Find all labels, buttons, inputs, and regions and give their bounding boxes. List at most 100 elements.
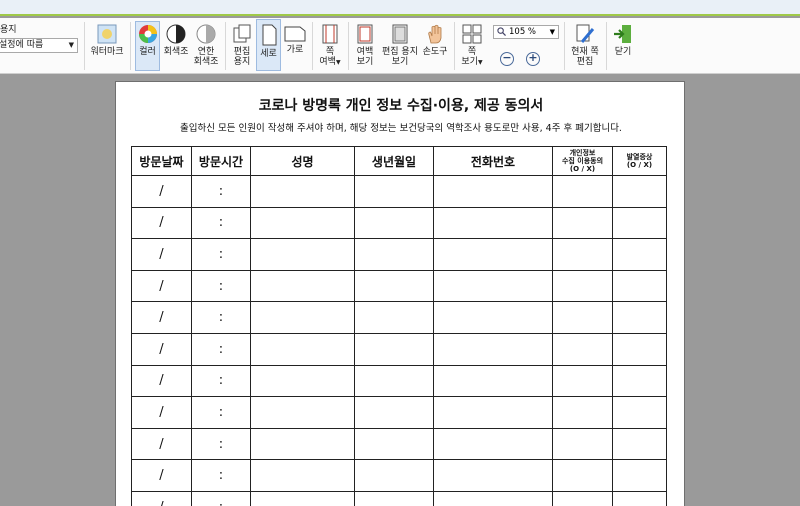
table-row: /: — [131, 396, 667, 429]
watermark-button[interactable]: 워터마크 — [89, 24, 125, 57]
cell-phone[interactable] — [433, 206, 553, 240]
cell-fever[interactable] — [612, 269, 667, 303]
cell-fever[interactable] — [612, 301, 667, 334]
hand-tool-label: 손도구 — [422, 47, 448, 57]
multi-page-icon — [462, 24, 482, 44]
cell-consent[interactable] — [552, 269, 613, 303]
cell-phone[interactable] — [433, 301, 553, 334]
grayscale-icon — [166, 24, 186, 44]
separator — [564, 22, 565, 70]
cell-phone[interactable] — [433, 459, 553, 492]
color-button[interactable]: 컬러 — [135, 21, 160, 71]
cell-consent[interactable] — [552, 206, 613, 240]
table-row: /: — [131, 238, 667, 271]
cell-birth[interactable] — [354, 490, 434, 506]
cell-fever[interactable] — [612, 332, 667, 366]
document-page: 코로나 방명록 개인 정보 수집·이용, 제공 동의서 출입하신 모든 인원이 … — [115, 81, 685, 506]
cell-fever[interactable] — [612, 364, 667, 398]
cell-phone[interactable] — [433, 427, 553, 461]
cell-name[interactable] — [250, 459, 355, 492]
cell-name[interactable] — [250, 396, 355, 429]
edit-paper-view-button[interactable]: 편집 용지 보기 — [380, 24, 420, 67]
header-visit-time: 방문시간 — [191, 146, 251, 176]
current-page-edit-button[interactable]: 현재 쪽 편집 — [567, 24, 603, 67]
cell-birth[interactable] — [354, 206, 434, 240]
cell-fever[interactable] — [612, 490, 667, 506]
cell-visit-date: / — [131, 364, 192, 398]
separator — [84, 22, 85, 70]
cell-consent[interactable] — [552, 364, 613, 398]
cell-consent[interactable] — [552, 301, 613, 334]
cell-phone[interactable] — [433, 396, 553, 429]
light-grayscale-label-1: 연한 — [197, 47, 215, 57]
zoom-select[interactable]: 105 % ▼ — [493, 25, 559, 39]
cell-phone[interactable] — [433, 490, 553, 506]
cell-name[interactable] — [250, 490, 355, 506]
cell-consent[interactable] — [552, 427, 613, 461]
cell-name[interactable] — [250, 269, 355, 303]
cell-birth[interactable] — [354, 427, 434, 461]
cell-birth[interactable] — [354, 238, 434, 271]
cell-birth[interactable] — [354, 459, 434, 492]
landscape-button[interactable]: 가로 — [283, 24, 307, 55]
page-margin-label-2: 여백 — [319, 57, 336, 67]
cell-name[interactable] — [250, 332, 355, 366]
paper-select[interactable]: 설정에 따름 ▼ — [0, 38, 78, 53]
cell-consent[interactable] — [552, 396, 613, 429]
cell-consent[interactable] — [552, 490, 613, 506]
page-margin-button[interactable]: 쪽 여백▼ — [316, 24, 344, 68]
cell-birth[interactable] — [354, 301, 434, 334]
cell-phone[interactable] — [433, 238, 553, 271]
cell-name[interactable] — [250, 206, 355, 240]
page-view-button[interactable]: 쪽 보기▼ — [458, 24, 486, 68]
cell-consent[interactable] — [552, 459, 613, 492]
cell-fever[interactable] — [612, 206, 667, 240]
edit-paper-view-label-2: 보기 — [391, 57, 409, 67]
hand-tool-button[interactable]: 손도구 — [421, 24, 449, 57]
cell-fever[interactable] — [612, 238, 667, 271]
cell-birth[interactable] — [354, 332, 434, 366]
chevron-down-icon: ▼ — [549, 28, 555, 36]
cell-phone[interactable] — [433, 332, 553, 366]
cell-birth[interactable] — [354, 269, 434, 303]
cell-name[interactable] — [250, 364, 355, 398]
zoom-value: 105 % — [509, 27, 537, 37]
cell-visit-date: / — [131, 490, 192, 506]
cell-phone[interactable] — [433, 175, 553, 208]
light-grayscale-label-2: 회색조 — [193, 57, 219, 67]
cell-consent[interactable] — [552, 332, 613, 366]
cell-birth[interactable] — [354, 396, 434, 429]
zoom-in-icon[interactable]: + — [526, 52, 540, 66]
cell-fever[interactable] — [612, 175, 667, 208]
cell-fever[interactable] — [612, 427, 667, 461]
header-fever: 발열증상 (O / X) — [612, 146, 667, 176]
table-row: /: — [131, 364, 667, 398]
cell-birth[interactable] — [354, 175, 434, 208]
cell-name[interactable] — [250, 238, 355, 271]
cell-consent[interactable] — [552, 175, 613, 208]
cell-visit-date: / — [131, 301, 192, 334]
current-page-edit-label-1: 현재 쪽 — [571, 47, 599, 57]
cell-fever[interactable] — [612, 459, 667, 492]
separator — [454, 22, 455, 70]
cell-name[interactable] — [250, 301, 355, 334]
portrait-button[interactable]: 세로 — [256, 19, 281, 71]
table-header-row: 방문날짜 방문시간 성명 생년월일 전화번호 개인정보 수집 이용동의 (O /… — [131, 146, 667, 176]
cell-birth[interactable] — [354, 364, 434, 398]
page-margin-label-1: 쪽 — [325, 47, 335, 57]
cell-name[interactable] — [250, 175, 355, 208]
cell-name[interactable] — [250, 427, 355, 461]
cell-consent[interactable] — [552, 238, 613, 271]
cell-phone[interactable] — [433, 364, 553, 398]
edit-paper-button[interactable]: 편집 용지 — [229, 24, 255, 67]
cell-phone[interactable] — [433, 269, 553, 303]
light-grayscale-button[interactable]: 연한 회색조 — [191, 24, 221, 67]
close-button[interactable]: 닫기 — [610, 24, 636, 57]
paper-select-value: 설정에 따름 — [0, 40, 44, 50]
close-label: 닫기 — [614, 47, 632, 57]
zoom-out-icon[interactable]: − — [500, 52, 514, 66]
cell-fever[interactable] — [612, 396, 667, 429]
margin-view-button[interactable]: 여백 보기 — [352, 24, 378, 67]
separator — [130, 22, 131, 70]
grayscale-button[interactable]: 회색조 — [162, 24, 190, 57]
